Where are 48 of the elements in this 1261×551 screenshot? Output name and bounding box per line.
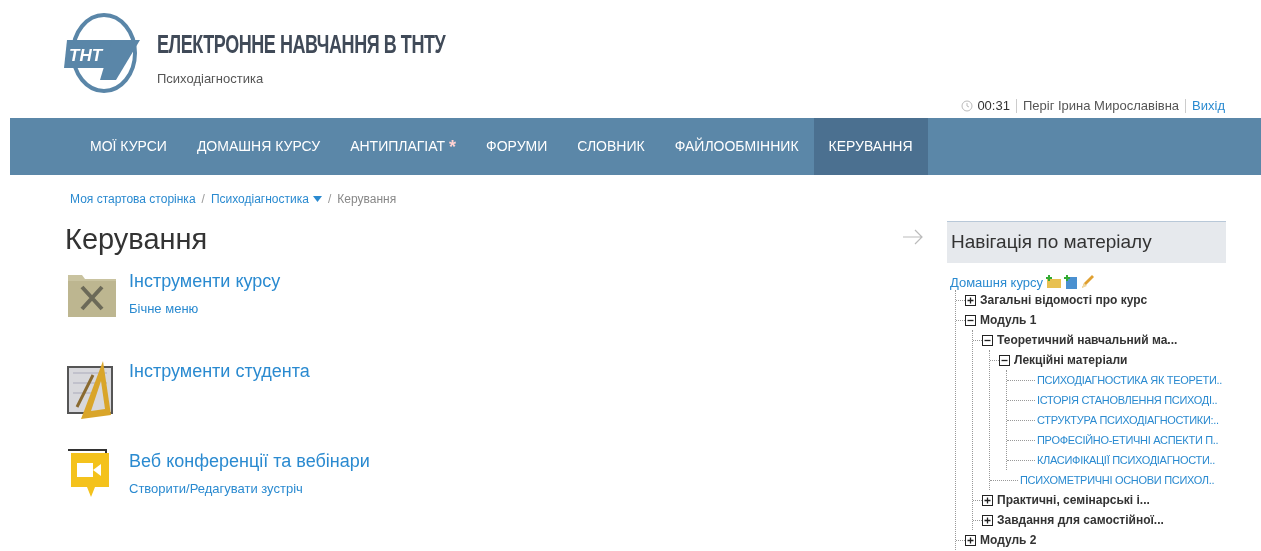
tool-sublink[interactable]: Створити/Редагувати зустріч: [129, 479, 303, 499]
tree-folder[interactable]: Завдання для самостійної...: [997, 511, 1164, 529]
breadcrumb-link[interactable]: Психодіагностика: [210, 190, 322, 208]
add-folder-icon[interactable]: [1046, 275, 1063, 289]
tree-folder[interactable]: Практичні, семінарські і...: [997, 491, 1150, 509]
add-page-icon[interactable]: [1064, 275, 1079, 290]
tree-link[interactable]: КЛАСИФІКАЦІЇ ПСИХОДІАГНОСТИ..: [1037, 451, 1215, 469]
tool-link[interactable]: Інструменти курсу: [129, 269, 281, 293]
clock-icon: [961, 100, 974, 112]
collapse-icon[interactable]: [999, 354, 1010, 366]
tree-folder[interactable]: Загальні відомості про курс: [980, 291, 1148, 309]
breadcrumb-link[interactable]: Моя стартова сторінка: [70, 190, 196, 208]
collapse-icon[interactable]: [982, 334, 993, 346]
block-title: Навігація по матеріалу: [951, 230, 1152, 255]
tree-folder[interactable]: Лекційні матеріали: [1014, 351, 1128, 369]
tree-root-link[interactable]: Домашня курсу: [950, 272, 1044, 293]
tree-folder[interactable]: Теоретичний навчальний ма...: [997, 331, 1178, 349]
tree-folder[interactable]: Модуль 1: [980, 311, 1037, 329]
nav-tab[interactable]: КЕРУВАННЯ: [813, 118, 928, 175]
nav-tab[interactable]: СЛОВНИК: [562, 118, 660, 175]
expand-icon[interactable]: [982, 514, 993, 526]
session-time: 00:31: [977, 97, 1010, 116]
tool-sublink[interactable]: Бічне меню: [129, 299, 199, 319]
tool-link[interactable]: Інструменти студента: [129, 359, 310, 383]
tree-link[interactable]: ПСИХОДІАГНОСТИКА ЯК ТЕОРЕТИ..: [1037, 371, 1223, 389]
logout-link[interactable]: Вихід: [1192, 96, 1225, 116]
nav-tab[interactable]: ФАЙЛООБМІННИК: [659, 118, 814, 175]
course-name: Психодіагностика: [157, 70, 264, 88]
nav-tab[interactable]: АНТИПЛАГІАТ *: [335, 118, 472, 175]
caret-icon: [312, 196, 322, 202]
expand-icon[interactable]: [965, 534, 976, 546]
collapse-icon[interactable]: [965, 314, 976, 326]
tree-link[interactable]: ПРОФЕСІЙНО-ЕТИЧНІ АСПЕКТИ П..: [1037, 431, 1219, 449]
nav-tab[interactable]: ФОРУМИ: [471, 118, 563, 175]
tree-folder[interactable]: Модуль 2: [980, 531, 1037, 549]
tool-link[interactable]: Веб конференції та вебінари: [129, 449, 370, 473]
breadcrumb-separator: /: [201, 191, 205, 208]
user-name[interactable]: Періг Ірина Мирославівна: [1022, 96, 1180, 116]
expand-icon[interactable]: [965, 294, 976, 306]
site-title[interactable]: ЕЛЕКТРОННЕ НАВЧАННЯ В ТНТУ: [157, 32, 446, 57]
page-title: Керування: [65, 222, 208, 257]
tree-link[interactable]: ПСИХОМЕТРИЧНІ ОСНОВИ ПСИХОЛ..: [1020, 471, 1215, 489]
tree-link[interactable]: ІСТОРІЯ СТАНОВЛЕННЯ ПСИХОДІ..: [1037, 391, 1218, 409]
breadcrumb-separator: /: [327, 191, 332, 208]
tree-link[interactable]: СТРУКТУРА ПСИХОДІАГНОСТИКИ:..: [1037, 411, 1219, 429]
nav-tab[interactable]: ДОМАШНЯ КУРСУ: [181, 118, 336, 175]
expand-icon[interactable]: [982, 494, 993, 506]
nav-tab[interactable]: МОЇ КУРСИ: [75, 118, 182, 175]
